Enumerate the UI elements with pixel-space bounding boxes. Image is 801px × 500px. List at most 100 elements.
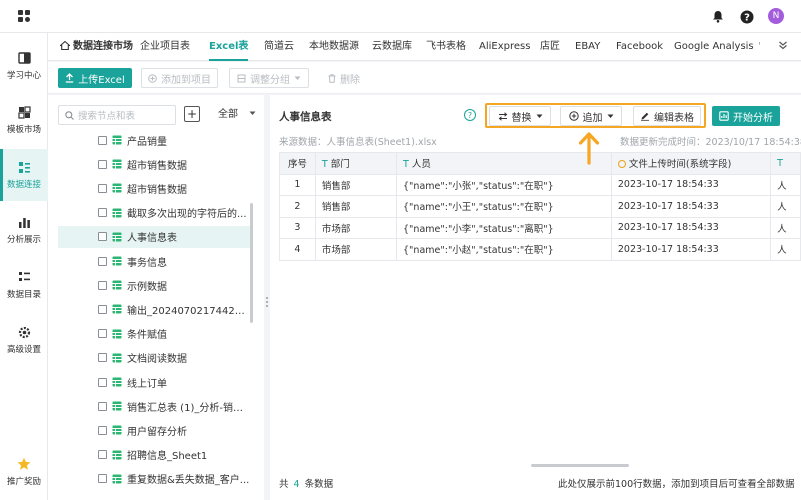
table-cell: 2023-10-17 18:54:33: [610, 173, 772, 196]
tree-item-checkbox[interactable]: [98, 329, 107, 339]
tree-item[interactable]: 超市销售数据: [58, 153, 250, 175]
source-file-text: 来源数据：人事信息表(Sheet1).xlsx: [279, 137, 437, 148]
tree-item[interactable]: 输出_20240702174428_s...: [58, 298, 250, 320]
tree-item[interactable]: 产品销量: [58, 129, 250, 151]
tab-data-connection-market[interactable]: 数据连接市场: [48, 33, 133, 61]
tab-aliexpress[interactable]: AliExpress: [479, 33, 530, 61]
tree-item[interactable]: 销售汇总表 (1)_分析-销售...: [58, 395, 250, 417]
tree-search-input[interactable]: 搜索节点和表: [58, 105, 176, 125]
tab-google-analysis[interactable]: Google Analysis: [674, 33, 754, 61]
table-cell: 2023-10-17 18:54:33: [610, 238, 772, 261]
chevron-down-icon: [249, 111, 256, 115]
tree-item-checkbox[interactable]: [98, 208, 107, 218]
help-circle-icon[interactable]: ?: [464, 109, 476, 121]
tree-item[interactable]: 事务信息: [58, 250, 250, 272]
nav-data-connection[interactable]: 数据连接: [0, 149, 48, 201]
tab-dianjiang[interactable]: 店匠: [540, 33, 560, 61]
data-connection-icon: [17, 160, 31, 174]
replace-label: 替换: [511, 112, 532, 124]
tree-item[interactable]: 超市销售数据: [58, 177, 250, 199]
column-header-label: 部门: [330, 159, 350, 171]
tree-item[interactable]: 招聘信息_Sheet1: [58, 444, 250, 466]
tree-item-label: 条件赋值: [127, 330, 167, 342]
tree-item[interactable]: 人事信息表: [58, 225, 250, 248]
append-button[interactable]: 追加: [560, 106, 622, 126]
tree-item-checkbox[interactable]: [98, 377, 107, 387]
table-row[interactable]: 1 销售部 {"name":"小张","status":"在职"} 2023-10-1…: [279, 173, 801, 196]
tree-item-checkbox[interactable]: [98, 304, 107, 314]
tree-filter-dropdown[interactable]: 全部: [218, 105, 256, 125]
delete-button[interactable]: 删除: [324, 68, 364, 88]
tab-cloud-database[interactable]: 云数据库: [372, 33, 412, 61]
nav-label: 数据目录: [6, 290, 41, 300]
tree-item-checkbox[interactable]: [98, 135, 107, 145]
sheet-icon: [112, 232, 122, 242]
tree-item-checkbox[interactable]: [98, 232, 107, 242]
replace-button[interactable]: 替换: [489, 106, 551, 126]
table-row[interactable]: 4 市场部 {"name":"小赵","status":"在职"} 2023-10-1…: [279, 238, 801, 261]
nav-advanced-settings[interactable]: 高级设置: [0, 314, 48, 366]
tree-item-label: 超市销售数据: [127, 160, 187, 172]
tree-item-checkbox[interactable]: [98, 353, 107, 363]
tree-item[interactable]: 条件赋值: [58, 323, 250, 345]
column-header-upload-time[interactable]: 文件上传时间(系统字段): [610, 152, 772, 175]
tree-item-checkbox[interactable]: [98, 401, 107, 411]
user-avatar[interactable]: N: [768, 8, 784, 24]
column-header-department[interactable]: T 部门: [314, 152, 398, 175]
tree-item-checkbox[interactable]: [98, 474, 107, 484]
help-icon[interactable]: ?: [739, 9, 754, 24]
tree-item-label: 事务信息: [127, 257, 167, 269]
table-horizontal-scrollbar[interactable]: [531, 464, 629, 467]
tree-item-checkbox[interactable]: [98, 256, 107, 266]
tree-item[interactable]: 用户留存分析: [58, 419, 250, 441]
tab-local-datasource[interactable]: 本地数据源: [309, 33, 359, 61]
nav-referral-reward[interactable]: 推广奖励: [0, 446, 48, 498]
add-node-button[interactable]: +: [184, 106, 200, 122]
tree-item[interactable]: 示例数据: [58, 274, 250, 296]
tree-item-checkbox[interactable]: [98, 450, 107, 460]
table-cell: 2: [279, 195, 316, 218]
nav-analysis[interactable]: 分析展示: [0, 204, 48, 256]
tab-feishu-sheet[interactable]: 飞书表格: [426, 33, 466, 61]
nav-learning-center[interactable]: 学习中心: [0, 40, 48, 92]
bell-icon[interactable]: [710, 9, 725, 24]
clock-icon: [617, 160, 626, 169]
tree-scrollbar[interactable]: [250, 203, 253, 323]
column-header-index[interactable]: 序号: [279, 152, 316, 175]
tree-item-label: 招聘信息_Sheet1: [127, 451, 208, 463]
tab-jiandaoyun[interactable]: 简道云: [264, 33, 294, 61]
tree-item-checkbox[interactable]: [98, 183, 107, 193]
table-row[interactable]: 3 市场部 {"name":"小李","status":"离职"} 2023-10-1…: [279, 216, 801, 239]
start-analysis-button[interactable]: 开始分析: [712, 106, 780, 126]
search-icon: [65, 110, 74, 120]
add-to-project-label: 添加到项目: [161, 74, 211, 86]
tree-item[interactable]: 重复数据&丢失数据_客户...: [58, 468, 250, 490]
tree-item-checkbox[interactable]: [98, 425, 107, 435]
tab-excel[interactable]: Excel表: [209, 33, 249, 61]
tree-item-checkbox[interactable]: [98, 280, 107, 290]
left-nav: 学习中心 模板市场 数据连接 分析展示 数据目录 高级设置 推广奖励: [0, 33, 48, 500]
table-cell: 市场部: [314, 216, 398, 239]
tab-enterprise-project-table[interactable]: 企业项目表: [140, 33, 190, 61]
column-header-truncated[interactable]: T: [770, 152, 801, 175]
upload-excel-button[interactable]: 上传Excel: [58, 68, 132, 88]
tab-facebook[interactable]: Facebook: [616, 33, 663, 61]
adjust-group-button[interactable]: 调整分组: [229, 68, 309, 88]
text-type-icon: T: [403, 159, 409, 171]
tree-item-label: 文档阅读数据: [127, 354, 187, 366]
tree-item[interactable]: 文档阅读数据: [58, 347, 250, 369]
tree-item[interactable]: 截取多次出现的字符后的...: [58, 202, 250, 224]
tab-ebay[interactable]: EBAY: [575, 33, 600, 61]
edit-table-button[interactable]: 编辑表格: [633, 106, 701, 126]
nav-template-market[interactable]: 模板市场: [0, 94, 48, 146]
source-tab-strip: 数据连接市场 企业项目表 Excel表 简道云 本地数据源 云数据库 飞书表格 …: [48, 33, 801, 61]
tabs-expand-chevron-icon[interactable]: [778, 33, 788, 61]
nav-label: 模板市场: [6, 125, 41, 135]
grid-logo-icon[interactable]: [18, 10, 31, 23]
tree-item[interactable]: 线上订单: [58, 371, 250, 393]
tree-item-checkbox[interactable]: [98, 159, 107, 169]
table-row[interactable]: 2 销售部 {"name":"小王","status":"在职"} 2023-10-1…: [279, 195, 801, 218]
tab-label: 数据连接市场: [73, 41, 133, 52]
add-to-project-button[interactable]: 添加到项目: [141, 68, 218, 88]
nav-data-catalog[interactable]: 数据目录: [0, 259, 48, 311]
